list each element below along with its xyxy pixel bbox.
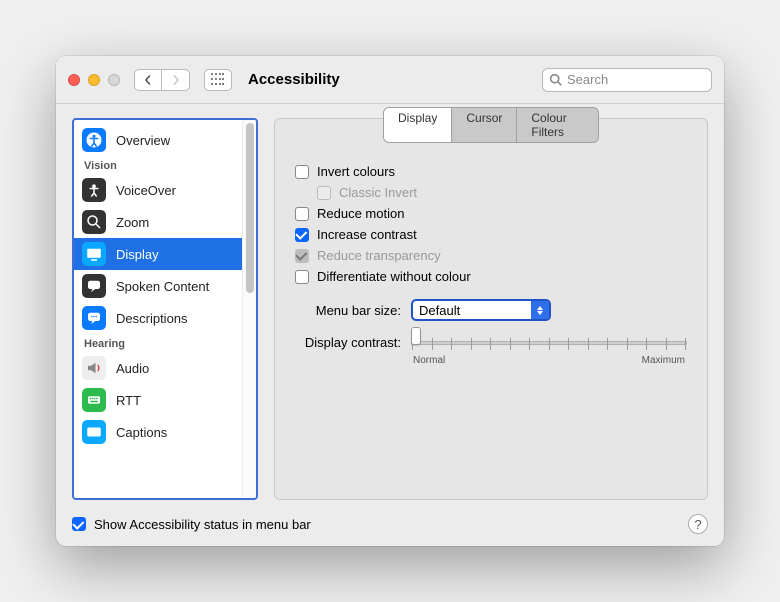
zoom-icon [82, 210, 106, 234]
scrollbar-thumb[interactable] [246, 123, 254, 293]
increase-contrast-row: Increase contrast [295, 224, 687, 245]
voiceover-icon [82, 178, 106, 202]
sidebar-item-label: Display [116, 247, 159, 262]
tab-colour-filters[interactable]: Colour Filters [517, 108, 598, 142]
footer: Show Accessibility status in menu bar ? [56, 508, 724, 546]
close-button[interactable] [68, 74, 80, 86]
back-button[interactable] [134, 69, 162, 91]
overview-icon [82, 128, 106, 152]
menu-bar-size-row: Menu bar size: Default [295, 299, 687, 321]
sidebar-item-descriptions[interactable]: Descriptions [74, 302, 242, 334]
search-field[interactable]: Search [542, 68, 712, 92]
slider-min-label: Normal [413, 355, 445, 366]
slider-labels: Normal Maximum [411, 355, 687, 366]
sidebar-item-label: VoiceOver [116, 183, 176, 198]
classic-invert-row: Classic Invert [317, 182, 687, 203]
sidebar-section-vision: Vision [74, 156, 242, 174]
invert-colours-label: Invert colours [317, 164, 395, 179]
sidebar-item-rtt[interactable]: RTT [74, 384, 242, 416]
slider-thumb[interactable] [411, 327, 421, 345]
titlebar: Accessibility Search [56, 56, 724, 104]
reduce-transparency-checkbox [295, 249, 309, 263]
nav-buttons [134, 69, 190, 91]
invert-colours-checkbox[interactable] [295, 165, 309, 179]
differentiate-checkbox[interactable] [295, 270, 309, 284]
spoken-content-icon [82, 274, 106, 298]
zoom-button[interactable] [108, 74, 120, 86]
sidebar-item-audio[interactable]: Audio [74, 352, 242, 384]
sidebar-item-label: Audio [116, 361, 149, 376]
sidebar-item-overview[interactable]: Overview [74, 124, 242, 156]
window-title: Accessibility [248, 71, 340, 88]
sidebar-item-label: Captions [116, 425, 167, 440]
search-icon [549, 73, 562, 86]
classic-invert-label: Classic Invert [339, 185, 417, 200]
sidebar: Overview Vision VoiceOver Zoom [72, 118, 258, 500]
classic-invert-checkbox [317, 186, 331, 200]
reduce-motion-label: Reduce motion [317, 206, 404, 221]
window-controls [68, 74, 120, 86]
rtt-icon [82, 388, 106, 412]
sidebar-item-label: RTT [116, 393, 141, 408]
menu-bar-size-label: Menu bar size: [295, 303, 401, 318]
sidebar-item-label: Descriptions [116, 311, 188, 326]
menu-bar-size-select[interactable]: Default [411, 299, 551, 321]
reduce-transparency-label: Reduce transparency [317, 248, 441, 263]
display-contrast-label: Display contrast: [295, 333, 401, 350]
content-area: Display Cursor Colour Filters Invert col… [274, 118, 708, 500]
differentiate-row: Differentiate without colour [295, 266, 687, 287]
descriptions-icon [82, 306, 106, 330]
search-placeholder: Search [567, 72, 608, 87]
window-body: Overview Vision VoiceOver Zoom [56, 104, 724, 508]
increase-contrast-label: Increase contrast [317, 227, 417, 242]
sidebar-section-hearing: Hearing [74, 334, 242, 352]
audio-icon [82, 356, 106, 380]
grid-icon [211, 73, 225, 87]
reduce-motion-row: Reduce motion [295, 203, 687, 224]
settings-panel: Display Cursor Colour Filters Invert col… [274, 118, 708, 500]
tab-display[interactable]: Display [384, 108, 452, 142]
preferences-window: Accessibility Search Overview Vision [56, 56, 724, 546]
sidebar-scrollbar[interactable] [242, 120, 256, 498]
display-contrast-row: Display contrast: Normal Maximum [295, 333, 687, 366]
reduce-motion-checkbox[interactable] [295, 207, 309, 221]
tab-cursor[interactable]: Cursor [452, 108, 517, 142]
forward-button[interactable] [162, 69, 190, 91]
sidebar-item-display[interactable]: Display [74, 238, 242, 270]
sidebar-item-label: Spoken Content [116, 279, 209, 294]
sidebar-item-label: Overview [116, 133, 170, 148]
show-all-button[interactable] [204, 69, 232, 91]
tab-bar: Display Cursor Colour Filters [383, 107, 599, 143]
sidebar-item-voiceover[interactable]: VoiceOver [74, 174, 242, 206]
sidebar-item-spoken-content[interactable]: Spoken Content [74, 270, 242, 302]
display-contrast-slider[interactable] [411, 333, 687, 353]
reduce-transparency-row: Reduce transparency [295, 245, 687, 266]
invert-colours-row: Invert colours [295, 161, 687, 182]
differentiate-label: Differentiate without colour [317, 269, 471, 284]
sidebar-item-zoom[interactable]: Zoom [74, 206, 242, 238]
help-button[interactable]: ? [688, 514, 708, 534]
select-stepper-icon [531, 301, 549, 319]
menu-bar-size-value: Default [419, 303, 460, 318]
show-status-checkbox[interactable] [72, 517, 86, 531]
sidebar-item-label: Zoom [116, 215, 149, 230]
show-status-label: Show Accessibility status in menu bar [94, 517, 311, 532]
slider-max-label: Maximum [642, 355, 685, 366]
minimize-button[interactable] [88, 74, 100, 86]
checkbox-group: Invert colours Classic Invert Reduce mot… [295, 161, 687, 287]
captions-icon [82, 420, 106, 444]
display-icon [82, 242, 106, 266]
sidebar-item-captions[interactable]: Captions [74, 416, 242, 448]
increase-contrast-checkbox[interactable] [295, 228, 309, 242]
